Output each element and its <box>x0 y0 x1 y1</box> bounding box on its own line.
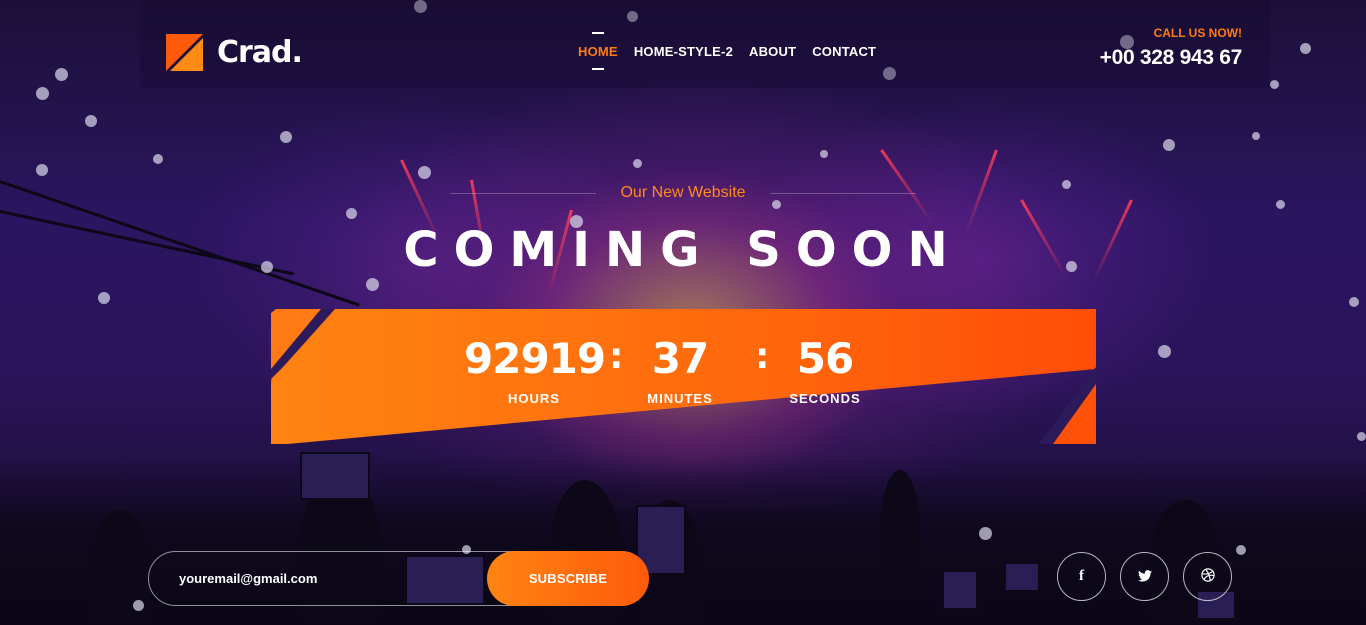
divider <box>769 192 917 194</box>
countdown-seconds: 56 SECONDS <box>755 334 895 406</box>
twitter-link[interactable] <box>1120 552 1169 601</box>
facebook-link[interactable]: f <box>1057 552 1106 601</box>
nav-item-contact[interactable]: CONTACT <box>812 44 876 59</box>
main-nav: HOME HOME-STYLE-2 ABOUT CONTACT <box>578 44 876 59</box>
brand-logo[interactable]: Crad. <box>166 34 303 71</box>
seconds-value: 56 <box>796 334 854 383</box>
eyebrow-text: Our New Website <box>620 184 746 201</box>
logo-icon <box>166 34 203 71</box>
nav-item-home-style-2[interactable]: HOME-STYLE-2 <box>634 44 733 59</box>
dribbble-icon <box>1200 568 1215 585</box>
hours-value: 92919 <box>464 334 606 383</box>
divider <box>450 192 597 194</box>
dribbble-link[interactable] <box>1183 552 1232 601</box>
brand-name: Crad. <box>217 35 303 70</box>
call-us-block: CALL US NOW! +00 328 943 67 <box>1100 26 1243 70</box>
facebook-icon: f <box>1079 568 1084 584</box>
nav-item-about[interactable]: ABOUT <box>749 44 796 59</box>
hours-label: HOURS <box>508 391 560 406</box>
nav-item-home[interactable]: HOME <box>578 44 618 59</box>
minutes-label: MINUTES <box>647 391 713 406</box>
call-us-label: CALL US NOW! <box>1153 26 1242 40</box>
seconds-label: SECONDS <box>789 391 861 406</box>
page-title: COMING SOON <box>403 222 963 278</box>
subscribe-form: SUBSCRIBE <box>148 551 649 606</box>
minutes-value: 37 <box>651 334 709 383</box>
email-field[interactable] <box>179 552 479 605</box>
twitter-icon <box>1137 569 1152 585</box>
hero-eyebrow: Our New Website <box>450 184 917 202</box>
countdown-minutes: 37 MINUTES <box>610 334 750 406</box>
subscribe-button[interactable]: SUBSCRIBE <box>487 551 649 606</box>
countdown-hours: 92919 HOURS <box>464 334 606 406</box>
phone-number[interactable]: +00 328 943 67 <box>1100 46 1243 70</box>
